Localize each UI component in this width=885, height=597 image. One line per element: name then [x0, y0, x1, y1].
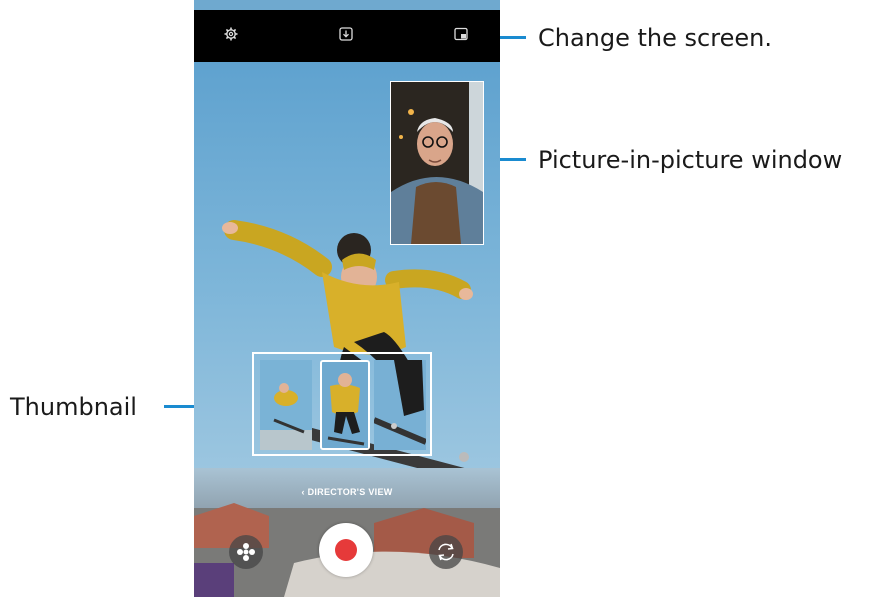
camera-top-bar: [194, 10, 500, 62]
download-icon[interactable]: [339, 26, 353, 45]
record-dot: [335, 539, 357, 561]
thumbnail-closeup[interactable]: [374, 360, 426, 450]
callout-thumbnail: Thumbnail: [10, 393, 137, 421]
pip-window[interactable]: [390, 81, 484, 245]
gear-icon[interactable]: [224, 26, 238, 45]
directors-view-toggle[interactable]: ‹ DIRECTOR'S VIEW: [194, 487, 500, 497]
thumbnail-strip: [252, 352, 432, 456]
effects-button[interactable]: [229, 535, 263, 569]
callout-change-screen: Change the screen.: [538, 24, 772, 52]
effects-icon: [237, 543, 255, 561]
switch-camera-icon: [438, 543, 454, 561]
phone-screen: ‹ DIRECTOR'S VIEW: [194, 0, 500, 597]
directors-view-label: DIRECTOR'S VIEW: [307, 487, 393, 497]
switch-camera-button[interactable]: [429, 535, 463, 569]
screen-layout-icon[interactable]: [454, 26, 468, 45]
callout-pip-window: Picture-in-picture window: [538, 146, 843, 174]
pip-person-image: [391, 82, 483, 244]
thumbnail-selected[interactable]: [320, 360, 370, 450]
thumbnail-wide[interactable]: [260, 360, 312, 450]
record-button[interactable]: [319, 523, 373, 577]
